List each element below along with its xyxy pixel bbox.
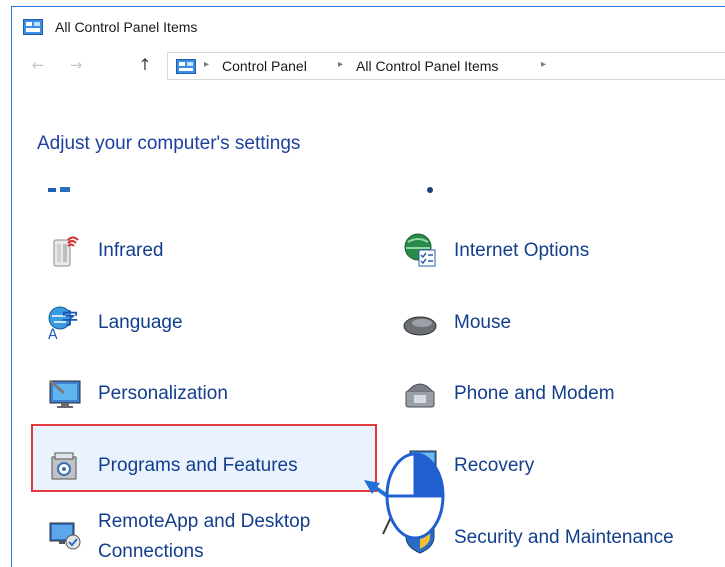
infrared-icon xyxy=(53,236,79,267)
item-internet-options[interactable]: Internet Options xyxy=(390,222,720,278)
item-label: Recovery xyxy=(454,455,535,476)
navigation-bar: ← → ↑ ▸ Control Panel ▸ All Control Pane… xyxy=(12,45,725,83)
breadcrumb-all-items[interactable]: All Control Panel Items xyxy=(356,58,498,74)
item-label: Language xyxy=(98,312,183,333)
svg-text:字: 字 xyxy=(62,309,78,328)
item-label: Internet Options xyxy=(454,240,590,261)
partial-item-icon xyxy=(427,187,433,193)
item-mouse[interactable]: Mouse xyxy=(390,294,720,350)
forward-button[interactable]: → xyxy=(67,56,85,74)
internet-options-icon xyxy=(404,233,436,267)
chevron-right-icon: ▸ xyxy=(204,59,210,70)
chevron-right-icon[interactable]: ▸ xyxy=(541,59,546,70)
item-infrared[interactable]: Infrared xyxy=(34,222,364,278)
personalization-icon xyxy=(49,379,81,408)
up-button[interactable]: ↑ xyxy=(136,56,154,74)
breadcrumb-control-panel[interactable]: Control Panel xyxy=(222,58,307,74)
item-label: Phone and Modem xyxy=(454,383,615,404)
back-button[interactable]: ← xyxy=(29,56,47,74)
mouse-icon xyxy=(403,316,437,336)
item-label: Security and Maintenance xyxy=(454,527,674,548)
item-label: Programs and Features xyxy=(98,455,298,476)
arrow-right-icon: → xyxy=(69,56,83,74)
programs-features-icon xyxy=(51,452,77,480)
page-heading: Adjust your computer's settings xyxy=(37,133,301,154)
item-label: RemoteApp and Desktop xyxy=(98,511,311,532)
title-bar: All Control Panel Items xyxy=(12,7,725,45)
item-label: Mouse xyxy=(454,312,512,333)
item-programs-features[interactable]: Programs and Features xyxy=(34,437,364,493)
partial-item-icon xyxy=(48,187,70,192)
window-title: All Control Panel Items xyxy=(55,19,198,35)
language-icon: 字 A xyxy=(48,306,78,340)
address-bar[interactable]: ▸ Control Panel ▸ All Control Panel Item… xyxy=(167,52,725,80)
mouse-click-icon xyxy=(382,452,445,540)
item-language[interactable]: 字 A Language xyxy=(34,294,364,350)
item-remoteapp[interactable]: RemoteApp and Desktop Connections xyxy=(34,505,364,563)
item-label: Personalization xyxy=(98,383,228,404)
control-panel-app-icon xyxy=(23,19,43,35)
item-personalization[interactable]: Personalization xyxy=(34,365,364,421)
svg-text:A: A xyxy=(48,327,58,340)
control-panel-location-icon xyxy=(176,59,196,74)
item-label: Infrared xyxy=(98,240,164,261)
arrow-up-icon: ↑ xyxy=(138,55,152,74)
chevron-right-icon: ▸ xyxy=(338,59,344,70)
remoteapp-icon xyxy=(49,522,81,550)
item-phone-modem[interactable]: Phone and Modem xyxy=(390,365,720,421)
item-label-line2: Connections xyxy=(98,541,204,562)
phone-modem-icon xyxy=(405,383,435,408)
arrow-left-icon: ← xyxy=(31,56,45,74)
